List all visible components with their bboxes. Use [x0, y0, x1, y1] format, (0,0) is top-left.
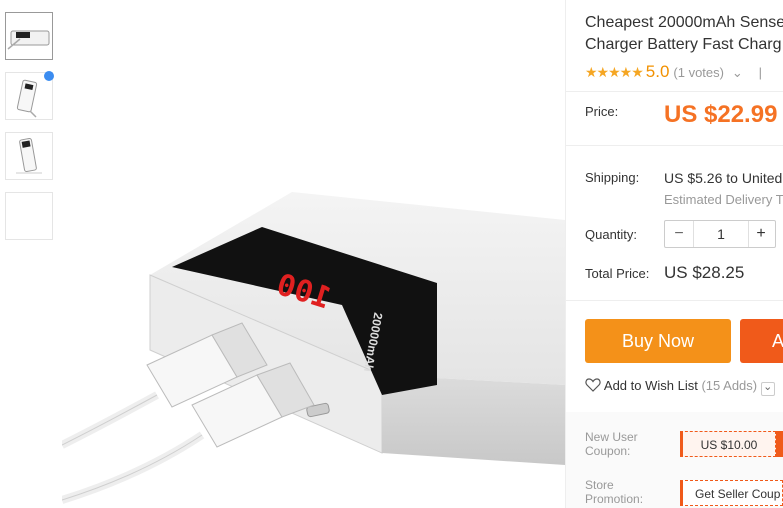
- divider: [566, 91, 783, 92]
- power-bank-image: 100 20000mAh: [62, 5, 565, 505]
- coupon-edge: [776, 431, 783, 457]
- product-main-image[interactable]: 100 20000mAh: [62, 5, 565, 505]
- shipping-amount: US $5.26: [664, 170, 723, 186]
- thumbnail-4[interactable]: [5, 192, 53, 240]
- heart-plus-icon: [585, 378, 601, 392]
- divider: [566, 300, 783, 301]
- total-price-value: US $28.25: [664, 263, 745, 282]
- chevron-down-icon[interactable]: ⌄: [732, 65, 743, 80]
- quantity-increase-button[interactable]: +: [747, 221, 775, 247]
- shipping-value[interactable]: US $5.26 to United: [664, 170, 782, 186]
- new-user-coupon-label-line2: Coupon:: [585, 444, 631, 458]
- product-title[interactable]: Cheapest 20000mAh Sense Charger Battery …: [585, 12, 783, 56]
- new-badge-icon: [44, 71, 54, 81]
- add-to-wishlist-link[interactable]: Add to Wish List (15 Adds) ⌄: [585, 378, 775, 396]
- get-seller-coupon-button[interactable]: Get Seller Coup: [680, 480, 783, 506]
- wishlist-label: Add to Wish List: [603, 378, 698, 393]
- new-user-coupon[interactable]: US $10.00: [680, 431, 776, 457]
- thumbnail-2[interactable]: [5, 71, 54, 120]
- power-bank-thumb-icon: [7, 30, 50, 50]
- quantity-label: Quantity:: [585, 227, 638, 242]
- store-promotion-label: Store Promotion:: [585, 478, 643, 506]
- power-bank-thumb-icon: [16, 138, 42, 174]
- total-price-label: Total Price:: [585, 266, 650, 281]
- quantity-decrease-button[interactable]: −: [665, 221, 693, 247]
- product-rating[interactable]: ★★★★★ 5.0 (1 votes) ⌄ |: [585, 62, 762, 82]
- product-title-line1: Cheapest 20000mAh Sense: [585, 14, 783, 31]
- thumbnail-3[interactable]: [5, 132, 53, 180]
- quantity-stepper: − 1 +: [664, 220, 776, 248]
- divider: [566, 145, 783, 146]
- store-promotion-label-line2: Promotion:: [585, 492, 644, 506]
- price-label: Price:: [585, 104, 619, 119]
- chevron-down-icon[interactable]: ⌄: [760, 382, 775, 396]
- rating-separator: |: [758, 65, 763, 80]
- product-title-line2: Charger Battery Fast Charg: [585, 36, 782, 53]
- votes-count[interactable]: (1 votes): [673, 65, 724, 80]
- new-user-coupon-label: New User Coupon:: [585, 430, 638, 458]
- wishlist-count: (15 Adds): [701, 378, 758, 393]
- buy-now-button[interactable]: Buy Now: [585, 319, 731, 363]
- rating-value: 5.0: [645, 62, 670, 81]
- store-promotion-label-line1: Store: [585, 478, 614, 492]
- quantity-input[interactable]: 1: [693, 221, 749, 247]
- shipping-label: Shipping:: [585, 170, 640, 185]
- rating-stars-icon: ★★★★★: [585, 64, 644, 80]
- shipping-destination: to United: [722, 170, 783, 186]
- add-to-cart-button[interactable]: A: [740, 319, 783, 363]
- estimated-delivery: Estimated Delivery T: [664, 192, 783, 207]
- price-value: US $22.99: [664, 101, 778, 128]
- new-user-coupon-label-line1: New User: [585, 430, 638, 444]
- thumbnail-1[interactable]: [5, 12, 53, 60]
